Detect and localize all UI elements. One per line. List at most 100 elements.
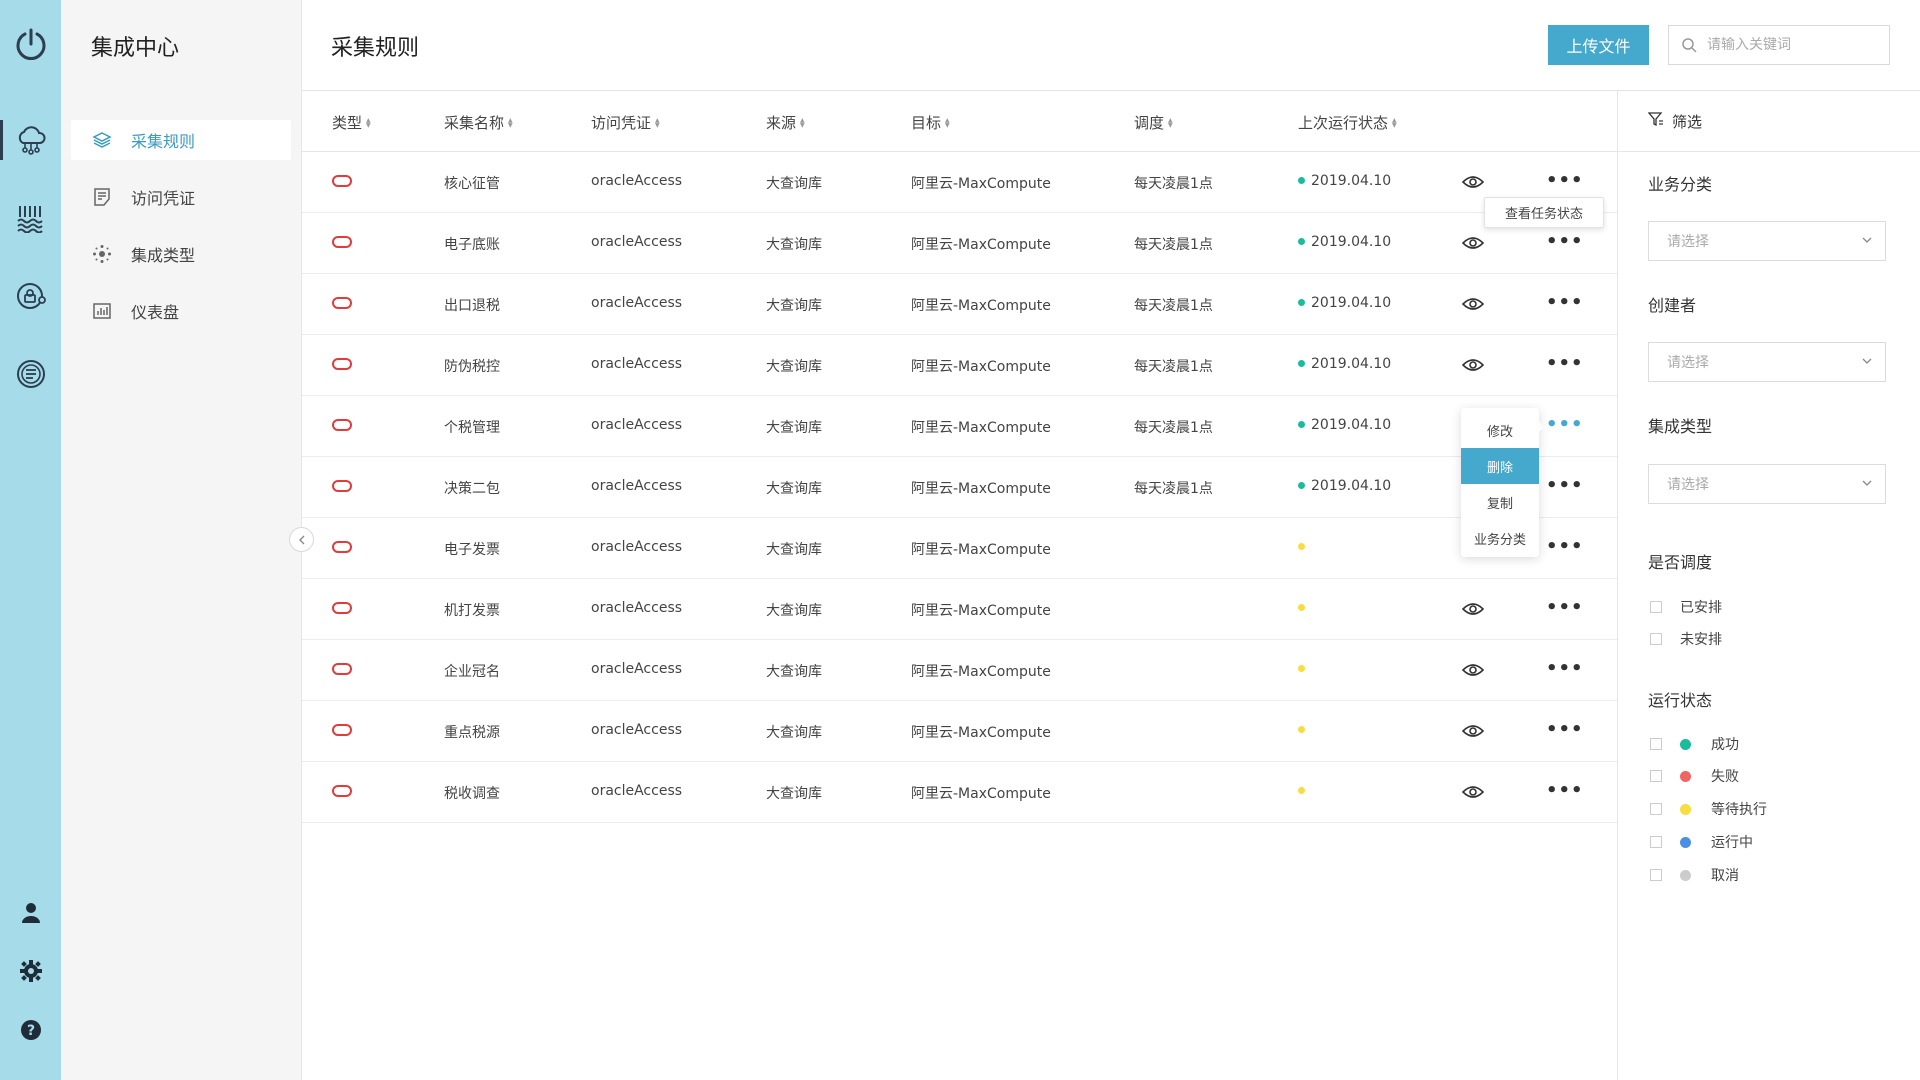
search-box[interactable] (1668, 25, 1890, 65)
view-eye-icon[interactable] (1461, 233, 1485, 253)
menu-item-business-category[interactable]: 业务分类 (1461, 520, 1539, 556)
sort-icon[interactable]: ▲ ▼ (1392, 117, 1397, 128)
cell-schedule: 每天凌晨1点 (1134, 237, 1213, 253)
header-col-name[interactable]: 采集名称 ▲ ▼ (444, 112, 513, 133)
table-row[interactable]: 出口退税 oracleAccess 大查询库 阿里云-MaxCompute 每天凌晨1点… (302, 274, 1617, 335)
sidebar-item-label: 仪表盘 (131, 303, 180, 322)
header-col-target[interactable]: 目标 ▲ ▼ (911, 112, 950, 133)
cell-credential: oracleAccess (591, 600, 683, 616)
table-row[interactable]: 电子发票 oracleAccess 大查询库 阿里云-MaxCompute ••• (302, 518, 1617, 579)
cell-last-status: 2019.04.10 (1298, 417, 1391, 433)
view-eye-icon[interactable] (1461, 660, 1485, 680)
table-row[interactable]: 税收调查 oracleAccess 大查询库 阿里云-MaxCompute ••• (302, 762, 1617, 823)
icon-rail: ? (0, 0, 61, 1080)
oracle-icon (332, 541, 352, 553)
table-row[interactable]: 电子底账 oracleAccess 大查询库 阿里云-MaxCompute 每天凌晨1点… (302, 213, 1617, 274)
checkbox[interactable] (1650, 869, 1662, 881)
cell-last-status: 2019.04.10 (1298, 173, 1391, 189)
sidebar-item-dashboard[interactable]: 仪表盘 (71, 291, 291, 331)
search-input[interactable] (1707, 37, 1867, 53)
sidebar-item-label: 采集规则 (131, 132, 196, 151)
settings-gear-icon[interactable] (0, 951, 61, 991)
view-eye-icon[interactable] (1461, 294, 1485, 314)
cell-source: 大查询库 (766, 420, 822, 436)
cell-last-status: 2019.04.10 (1298, 478, 1391, 494)
header-col-credential[interactable]: 访问凭证 ▲ ▼ (591, 112, 660, 133)
checkbox[interactable] (1650, 633, 1662, 645)
power-logo-icon[interactable] (0, 24, 61, 64)
checkbox[interactable] (1650, 836, 1662, 848)
more-actions-icon[interactable]: ••• (1546, 597, 1584, 618)
menu-item-delete[interactable]: 删除 (1461, 448, 1539, 484)
run-status-option-success[interactable]: 成功 (1650, 734, 1739, 754)
user-icon[interactable] (0, 893, 61, 933)
menu-item-edit[interactable]: 修改 (1461, 412, 1539, 448)
cloud-network-icon[interactable] (0, 120, 61, 160)
menu-item-copy[interactable]: 复制 (1461, 484, 1539, 520)
more-actions-icon[interactable]: ••• (1546, 292, 1584, 313)
cell-name: 机打发票 (444, 603, 500, 619)
cell-name: 电子发票 (444, 542, 500, 558)
sort-icon[interactable]: ▲ ▼ (508, 117, 513, 128)
cell-name: 核心征管 (444, 176, 500, 192)
more-actions-icon[interactable]: ••• (1546, 475, 1584, 496)
table-row[interactable]: 决策二包 oracleAccess 大查询库 阿里云-MaxCompute 每天凌晨1点… (302, 457, 1617, 518)
oracle-icon (332, 297, 352, 309)
more-actions-icon[interactable]: ••• (1546, 414, 1584, 435)
scheduled-option-yes[interactable]: 已安排 (1650, 597, 1722, 617)
view-eye-icon[interactable] (1461, 599, 1485, 619)
checkbox[interactable] (1650, 601, 1662, 613)
table-row[interactable]: 防伪税控 oracleAccess 大查询库 阿里云-MaxCompute 每天凌晨1点… (302, 335, 1617, 396)
more-actions-icon[interactable]: ••• (1546, 231, 1584, 252)
upload-file-button[interactable]: 上传文件 (1548, 25, 1649, 65)
page-header: 采集规则 上传文件 (302, 0, 1920, 91)
layers-icon (91, 129, 113, 151)
sort-icon[interactable]: ▲ ▼ (366, 117, 371, 128)
checkbox[interactable] (1650, 803, 1662, 815)
sort-icon[interactable]: ▲ ▼ (655, 117, 660, 128)
view-eye-icon[interactable] (1461, 721, 1485, 741)
table-row[interactable]: 重点税源 oracleAccess 大查询库 阿里云-MaxCompute ••• (302, 701, 1617, 762)
status-date: 2019.04.10 (1311, 295, 1392, 311)
cell-last-status (1298, 783, 1311, 799)
sort-icon[interactable]: ▲ ▼ (800, 117, 805, 128)
more-actions-icon[interactable]: ••• (1546, 780, 1584, 801)
checkbox[interactable] (1650, 770, 1662, 782)
table-row[interactable]: 机打发票 oracleAccess 大查询库 阿里云-MaxCompute ••• (302, 579, 1617, 640)
sidebar-item-integration-types[interactable]: 集成类型 (71, 234, 291, 274)
oracle-icon (332, 175, 352, 187)
sidebar-item-access-credentials[interactable]: 访问凭证 (71, 177, 291, 217)
header-col-source[interactable]: 来源 ▲ ▼ (766, 112, 805, 133)
run-status-option-cancelled[interactable]: 取消 (1650, 865, 1739, 885)
list-log-icon[interactable] (0, 354, 61, 394)
creator-select[interactable]: 请选择 (1648, 342, 1886, 382)
security-icon[interactable] (0, 276, 61, 316)
more-actions-icon[interactable]: ••• (1546, 170, 1584, 191)
run-status-option-waiting[interactable]: 等待执行 (1650, 799, 1767, 819)
table-row[interactable]: 核心征管 oracleAccess 大查询库 阿里云-MaxCompute 每天凌晨1点… (302, 152, 1617, 213)
view-eye-icon[interactable] (1461, 355, 1485, 375)
help-icon[interactable]: ? (0, 1010, 61, 1050)
checkbox[interactable] (1650, 738, 1662, 750)
more-actions-icon[interactable]: ••• (1546, 658, 1584, 679)
more-actions-icon[interactable]: ••• (1546, 536, 1584, 557)
more-actions-icon[interactable]: ••• (1546, 353, 1584, 374)
header-col-last-status[interactable]: 上次运行状态 ▲ ▼ (1298, 112, 1397, 133)
run-status-option-running[interactable]: 运行中 (1650, 832, 1753, 852)
sort-icon[interactable]: ▲ ▼ (1168, 117, 1173, 128)
table-row[interactable]: 企业冠名 oracleAccess 大查询库 阿里云-MaxCompute ••• (302, 640, 1617, 701)
more-actions-icon[interactable]: ••• (1546, 719, 1584, 740)
view-eye-icon[interactable] (1461, 782, 1485, 802)
view-eye-icon[interactable] (1461, 172, 1485, 192)
table-row[interactable]: 个税管理 oracleAccess 大查询库 阿里云-MaxCompute 每天凌晨1点… (302, 396, 1617, 457)
data-lake-icon[interactable] (0, 198, 61, 238)
integration-type-select[interactable]: 请选择 (1648, 464, 1886, 504)
scheduled-option-no[interactable]: 未安排 (1650, 629, 1722, 649)
header-col-type[interactable]: 类型 ▲ ▼ (332, 112, 371, 133)
header-label: 上次运行状态 (1298, 114, 1389, 132)
sidebar-item-collection-rules[interactable]: 采集规则 (71, 120, 291, 160)
header-col-schedule[interactable]: 调度 ▲ ▼ (1134, 112, 1173, 133)
run-status-option-failed[interactable]: 失败 (1650, 766, 1739, 786)
sort-icon[interactable]: ▲ ▼ (945, 117, 950, 128)
business-category-select[interactable]: 请选择 (1648, 221, 1886, 261)
